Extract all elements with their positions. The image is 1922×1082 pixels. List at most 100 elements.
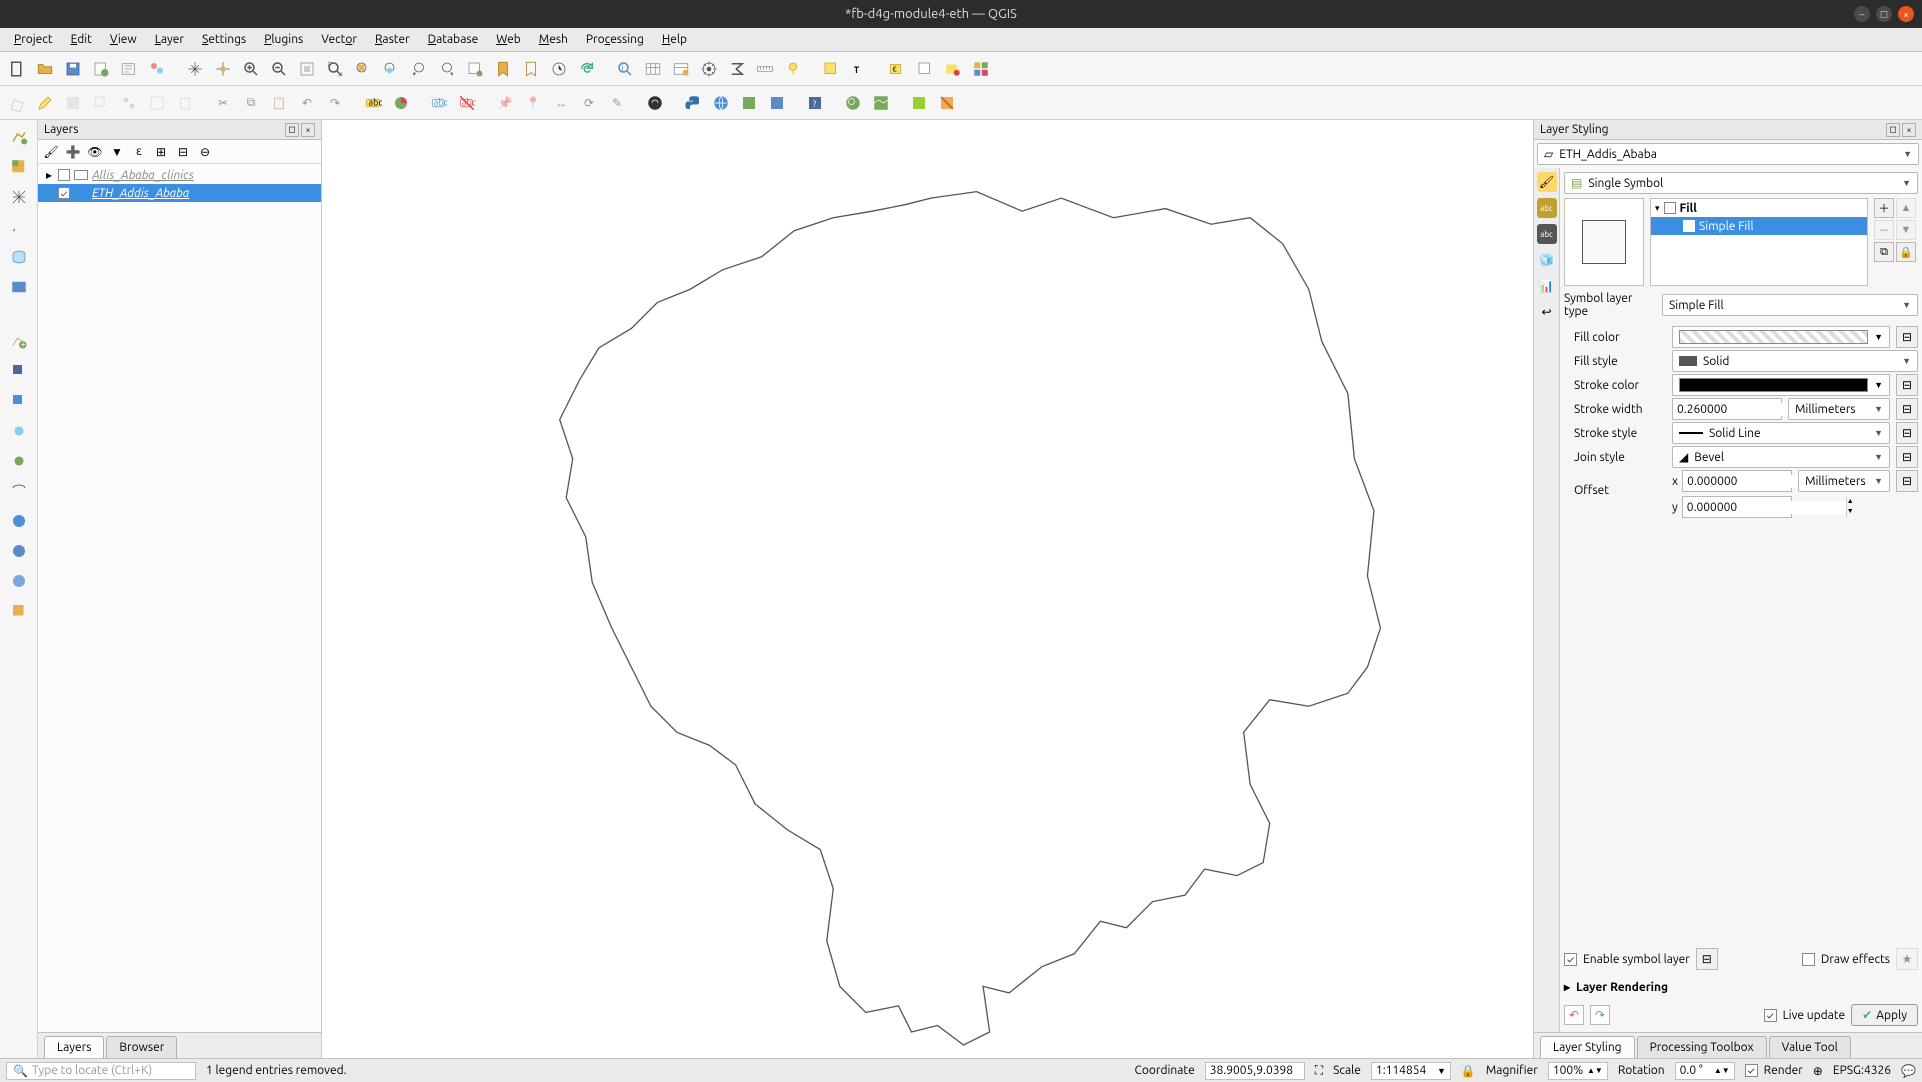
osm-download-icon[interactable] (642, 90, 668, 116)
data-defined-override-button[interactable]: ⊟ (1896, 326, 1918, 348)
help-icon[interactable]: ? (802, 90, 828, 116)
select-features-icon[interactable] (818, 56, 844, 82)
move-label-icon[interactable]: ↔ (548, 90, 574, 116)
add-postgis-icon[interactable] (6, 478, 32, 504)
symbol-layer-type-combo[interactable]: Simple Fill ▼ (1662, 294, 1918, 316)
stroke-style-combo[interactable]: Solid Line ▼ (1672, 422, 1890, 444)
crs-label[interactable]: EPSG:4326 (1833, 1064, 1891, 1077)
map-canvas[interactable] (322, 120, 1534, 1058)
temporal-controller-icon[interactable] (546, 56, 572, 82)
menu-view[interactable]: View (102, 31, 145, 48)
change-label-icon[interactable]: ✎ (604, 90, 630, 116)
metasearch-icon[interactable] (708, 90, 734, 116)
vertex-tool-icon[interactable] (116, 90, 142, 116)
filter-expression-icon[interactable]: ε (130, 143, 148, 161)
add-spatialite-icon[interactable] (6, 244, 32, 270)
data-defined-override-button[interactable]: ⊟ (1896, 374, 1918, 396)
redo-style-button[interactable]: ↷ (1590, 1005, 1610, 1025)
menu-raster[interactable]: Raster (367, 31, 418, 48)
add-xyz-icon[interactable] (6, 598, 32, 624)
show-labels-icon[interactable]: abc (426, 90, 452, 116)
menu-plugins[interactable]: Plugins (256, 31, 311, 48)
undo-style-button[interactable]: ↶ (1564, 1005, 1584, 1025)
copy-features-icon[interactable]: ⧉ (238, 90, 264, 116)
measure-icon[interactable] (752, 56, 778, 82)
add-symbol-layer-button[interactable]: ＋ (1874, 198, 1894, 218)
plugin-1-icon[interactable] (736, 90, 762, 116)
enable-symbol-layer-checkbox[interactable]: ✓ (1564, 953, 1577, 966)
identify-icon[interactable]: i (612, 56, 638, 82)
layer-item-eth[interactable]: ▸ ✓ ETH_Addis_Ababa (38, 184, 321, 202)
data-source-manager-icon[interactable] (968, 56, 994, 82)
data-defined-override-button[interactable]: ⊟ (1896, 470, 1918, 492)
fill-color-button[interactable]: ▼ (1672, 326, 1890, 348)
add-group-icon[interactable]: ➕ (64, 143, 82, 161)
undo-icon[interactable]: ↶ (294, 90, 320, 116)
layer-style-icon[interactable]: 🖌 (42, 143, 60, 161)
open-attribute-table-icon[interactable] (640, 56, 666, 82)
pin-labels-icon[interactable]: 📌 (492, 90, 518, 116)
data-defined-override-button[interactable]: ⊟ (1696, 948, 1718, 970)
layer-item-clinics[interactable]: ▸ Allis_Ababa_clinics (38, 166, 321, 184)
open-project-icon[interactable] (32, 56, 58, 82)
offset-y-spinbox[interactable]: ▲▼ (1682, 496, 1792, 518)
quickosm-icon[interactable] (840, 90, 866, 116)
zoom-out-icon[interactable] (266, 56, 292, 82)
data-defined-override-button[interactable]: ⊟ (1896, 422, 1918, 444)
maximize-button[interactable]: ◻ (1876, 6, 1892, 22)
menu-layer[interactable]: Layer (147, 31, 192, 48)
redo-icon[interactable]: ↷ (322, 90, 348, 116)
cut-features-icon[interactable]: ✂ (210, 90, 236, 116)
modify-attributes-icon[interactable] (144, 90, 170, 116)
apply-button[interactable]: ✔ Apply (1851, 1004, 1918, 1026)
layer-tree[interactable]: ▸ Allis_Ababa_clinics ▸ ✓ ETH_Addis_Abab… (38, 164, 321, 1032)
coordinate-field[interactable]: 38.9005,9.0398 (1205, 1062, 1305, 1080)
menu-mesh[interactable]: Mesh (531, 31, 576, 48)
crs-icon[interactable]: ⊕ (1813, 1064, 1823, 1078)
select-by-value-icon[interactable]: ε (884, 56, 910, 82)
messages-icon[interactable]: 💬 (1901, 1064, 1916, 1078)
labeling-icon[interactable]: abc (360, 90, 386, 116)
new-gpx-icon[interactable] (6, 448, 32, 474)
join-style-combo[interactable]: ◢ Bevel ▼ (1672, 446, 1890, 468)
lock-icon[interactable]: 🔒 (1461, 1064, 1476, 1078)
tab-layers[interactable]: Layers (44, 1036, 104, 1058)
zoom-last-icon[interactable] (406, 56, 432, 82)
tab-browser[interactable]: Browser (106, 1036, 177, 1058)
new-print-layout-icon[interactable] (88, 56, 114, 82)
menu-database[interactable]: Database (420, 31, 487, 48)
zoom-native-icon[interactable] (294, 56, 320, 82)
statistics-icon[interactable] (724, 56, 750, 82)
remove-layer-icon[interactable]: ⊖ (196, 143, 214, 161)
new-project-icon[interactable] (4, 56, 30, 82)
current-edits-icon[interactable] (4, 90, 30, 116)
symbol-mode-combo[interactable]: ▤ Single Symbol ▼ (1564, 172, 1918, 194)
manage-visibility-icon[interactable]: 👁 (86, 143, 104, 161)
add-wfs-icon[interactable] (6, 568, 32, 594)
new-bookmark-icon[interactable] (490, 56, 516, 82)
highlight-pinned-icon[interactable]: 📍 (520, 90, 546, 116)
scale-field[interactable]: 1:114854▼ (1371, 1062, 1451, 1080)
select-by-expression-icon[interactable] (940, 56, 966, 82)
no-labels-icon[interactable]: abc (454, 90, 480, 116)
symbol-layer-tree[interactable]: ▾ Fill Simple Fill (1650, 198, 1868, 286)
offset-unit-combo[interactable]: Millimeters ▼ (1798, 470, 1890, 492)
add-virtual-icon[interactable] (6, 274, 32, 300)
zoom-full-icon[interactable] (322, 56, 348, 82)
coordinate-capture-icon[interactable] (934, 90, 960, 116)
panel-close-icon[interactable]: × (1902, 123, 1916, 137)
tab-value-tool[interactable]: Value Tool (1769, 1036, 1851, 1058)
styling-layer-combo[interactable]: ▱ ETH_Addis_Ababa ▼ (1537, 143, 1919, 165)
menu-project[interactable]: Project (6, 31, 61, 48)
expand-icon[interactable]: ▸ (44, 168, 54, 182)
pan-to-selection-icon[interactable] (210, 56, 236, 82)
stroke-width-spinbox[interactable]: ⌫ ▲▼ (1672, 398, 1782, 420)
panel-undock-icon[interactable]: ◻ (285, 123, 299, 137)
live-update-checkbox[interactable]: ✓ (1764, 1009, 1777, 1022)
zoom-in-icon[interactable] (238, 56, 264, 82)
expand-all-icon[interactable]: ⊞ (152, 143, 170, 161)
menu-help[interactable]: Help (654, 31, 695, 48)
layout-manager-icon[interactable] (116, 56, 142, 82)
new-memory-icon[interactable] (6, 418, 32, 444)
filter-legend-icon[interactable]: ▼ (108, 143, 126, 161)
